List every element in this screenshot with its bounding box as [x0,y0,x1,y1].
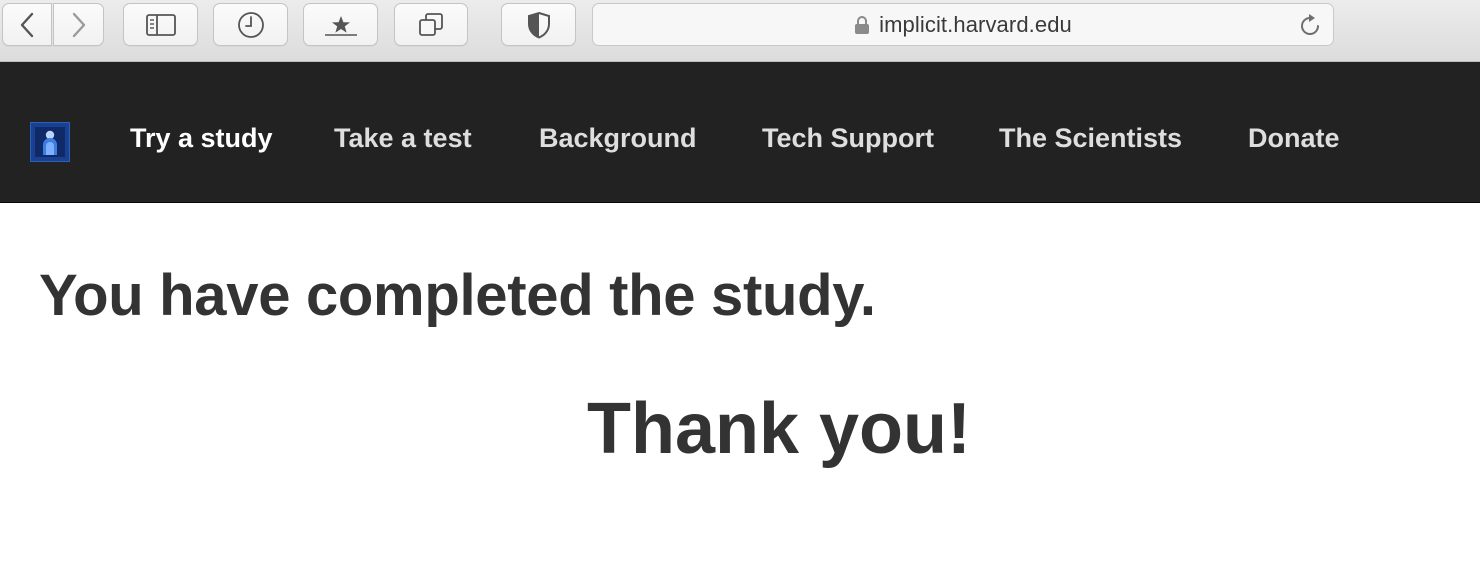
clock-icon [237,11,265,39]
url-text: implicit.harvard.edu [879,11,1072,37]
history-button[interactable] [213,3,288,46]
address-bar[interactable]: implicit.harvard.edu [592,3,1334,46]
tab-overview-button[interactable] [394,3,468,46]
reload-icon[interactable] [1297,13,1323,44]
star-icon [324,14,358,36]
lock-icon [854,15,870,35]
browser-toolbar: implicit.harvard.edu [0,0,1480,62]
nav-take-a-test[interactable]: Take a test [334,123,472,154]
privacy-report-button[interactable] [501,3,576,46]
thank-you-message: Thank you! [586,389,971,469]
project-implicit-logo-icon [31,123,69,161]
site-navbar: Try a study Take a test Background Tech … [0,62,1480,203]
chevron-left-icon [19,12,35,38]
address-content: implicit.harvard.edu [593,4,1333,45]
page-heading: You have completed the study. [39,263,876,328]
sidebar-icon [145,13,176,36]
nav-background[interactable]: Background [539,123,697,154]
nav-tech-support[interactable]: Tech Support [762,123,934,154]
nav-the-scientists[interactable]: The Scientists [999,123,1182,154]
back-button[interactable] [2,3,52,46]
sidebar-toggle-button[interactable] [123,3,198,46]
forward-button[interactable] [53,3,104,46]
nav-try-a-study[interactable]: Try a study [130,123,273,154]
nav-donate[interactable]: Donate [1248,123,1340,154]
site-logo[interactable] [30,122,70,162]
bookmarks-button[interactable] [303,3,378,46]
shield-icon [527,11,551,39]
tab-overview-icon [418,12,444,38]
chevron-right-icon [71,12,87,38]
